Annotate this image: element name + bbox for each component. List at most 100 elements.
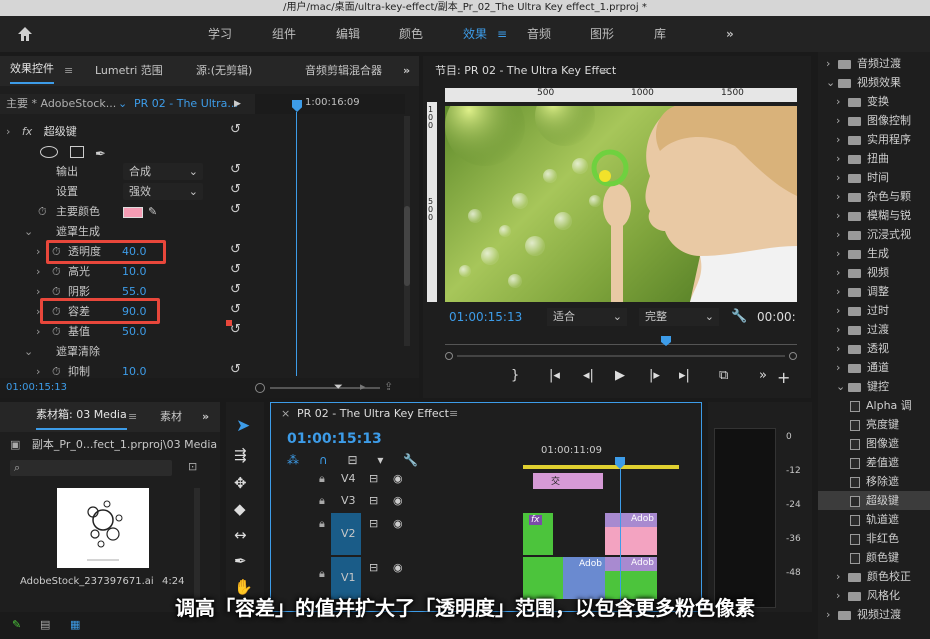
nav-more-icon[interactable]: » [726, 16, 734, 52]
magnet-icon[interactable]: ∩ [319, 453, 328, 467]
effects-tree-item[interactable]: 颜色键 [818, 548, 930, 567]
lock-icon[interactable]: 🔒︎ [319, 503, 325, 545]
zoom-handle-left[interactable] [255, 383, 265, 393]
pen-tool-icon[interactable]: ✒ [234, 552, 247, 570]
asset-thumbnail[interactable] [57, 488, 149, 568]
export-icon[interactable]: ⇪ [384, 380, 393, 393]
nav-audio[interactable]: 音频 [527, 16, 551, 52]
chevron-right-icon[interactable]: › [836, 187, 848, 206]
slip-tool-icon[interactable]: ↔ [234, 526, 247, 544]
filter-icon[interactable]: ⏷ [334, 380, 343, 394]
eye-icon[interactable]: ◉ [393, 503, 403, 545]
effects-tree-item[interactable]: 轨道遮 [818, 510, 930, 529]
sync-lock-icon[interactable]: ⊟ [369, 469, 378, 489]
effects-tree-item[interactable]: › 沉浸式视 [818, 225, 930, 244]
clip-v2-fx[interactable]: fx [523, 513, 553, 555]
effect-header-row[interactable]: › fx 超级键 [6, 122, 246, 142]
effects-tree-item[interactable]: 超级键 [818, 491, 930, 510]
effects-tree-item[interactable]: › 颜色校正 [818, 567, 930, 586]
chevron-right-icon[interactable]: › [836, 301, 848, 320]
panel-more-icon[interactable]: » [403, 56, 410, 86]
program-video-frame[interactable] [445, 106, 797, 302]
effects-tree-item[interactable]: › 视频 [818, 263, 930, 282]
reset-icon[interactable]: ↺ [230, 362, 241, 377]
highlight-value[interactable]: 10.0 [122, 262, 147, 282]
effects-tree-item[interactable]: › 过时 [818, 301, 930, 320]
effects-tree-item[interactable]: › 杂色与颗 [818, 187, 930, 206]
effects-tree-item[interactable]: 差值遮 [818, 453, 930, 472]
linked-selection-icon[interactable]: ⊟ [347, 453, 357, 467]
nav-editing[interactable]: 编辑 [336, 16, 360, 52]
effects-tree-item[interactable]: 非红色 [818, 529, 930, 548]
effects-tree-item[interactable]: ⌄ 键控 [818, 377, 930, 396]
project-search-input[interactable]: ⌕ [10, 460, 172, 476]
chevron-down-icon[interactable]: ⌄ [836, 377, 848, 396]
output-select[interactable]: 合成 ⌄ [123, 163, 203, 180]
play-icon[interactable]: ▶ [615, 368, 625, 383]
timeline-title[interactable]: PR 02 - The Ultra Key Effect [297, 403, 449, 425]
tab-source[interactable]: 源:(无剪辑) [196, 56, 252, 86]
razor-tool-icon[interactable]: ◆ [234, 500, 246, 518]
chevron-right-icon[interactable]: › [836, 263, 848, 282]
program-scrub-bar[interactable] [445, 336, 797, 350]
quality-select[interactable]: 完整 ⌄ [639, 308, 719, 326]
play-audio-icon[interactable]: ▸ [360, 380, 366, 393]
effects-tree-item[interactable]: › 实用程序 [818, 130, 930, 149]
key-color-swatch[interactable] [123, 207, 143, 218]
reset-icon[interactable]: ↺ [230, 242, 241, 257]
clip-v4-transition[interactable]: 交 [533, 473, 603, 489]
ec-timeline-ruler[interactable]: 1:00:16:09 [255, 94, 405, 114]
ellipse-mask-icon[interactable] [40, 146, 58, 158]
home-icon[interactable] [16, 25, 34, 43]
export-frame-icon[interactable]: ⧉ [719, 368, 728, 383]
reset-icon[interactable]: ↺ [230, 202, 241, 217]
chevron-right-icon[interactable]: › [836, 358, 848, 377]
chevron-right-icon[interactable]: › [836, 244, 848, 263]
new-search-bin-icon[interactable]: ⊡ [188, 460, 197, 473]
chevron-right-icon[interactable]: › [826, 54, 838, 73]
chevron-right-icon[interactable]: › [836, 320, 848, 339]
lock-icon[interactable]: 🔒︎ [319, 469, 325, 489]
ripple-edit-tool-icon[interactable]: ✥ [234, 474, 247, 492]
panel-more-icon[interactable]: » [202, 402, 209, 432]
play-only-icon[interactable]: ▶ [234, 94, 241, 114]
eye-icon[interactable]: ◉ [393, 547, 403, 589]
expand-chevron-icon[interactable]: › [36, 322, 40, 342]
nav-menu-icon[interactable]: ≡ [497, 16, 507, 52]
effects-tree-item[interactable]: 图像遮 [818, 434, 930, 453]
reset-icon[interactable]: ↺ [230, 262, 241, 277]
setting-select[interactable]: 强效 ⌄ [123, 183, 203, 200]
chevron-down-icon[interactable]: ⌄ [118, 94, 127, 114]
chevron-right-icon[interactable]: › [836, 567, 848, 586]
add-button-icon[interactable]: + [777, 368, 790, 387]
more-buttons-icon[interactable]: » [759, 368, 767, 383]
master-clip-label[interactable]: 主要 * AdobeStock... [6, 94, 116, 114]
step-forward-icon[interactable]: |▸ [649, 368, 660, 383]
chevron-down-icon[interactable]: ⌄ [24, 342, 33, 362]
reset-icon[interactable]: ↺ [230, 182, 241, 197]
effects-tree-item[interactable]: › 通道 [818, 358, 930, 377]
nav-color[interactable]: 颜色 [399, 16, 423, 52]
expand-chevron-icon[interactable]: › [36, 242, 40, 262]
eyedropper-icon[interactable]: ✎ [148, 202, 157, 222]
sequence-clip-label[interactable]: PR 02 - The Ultra... [134, 94, 238, 114]
chevron-down-icon[interactable]: ⌄ [826, 73, 838, 92]
effects-tree-item[interactable]: › 图像控制 [818, 111, 930, 130]
ec-scrollbar[interactable] [404, 116, 410, 346]
stopwatch-icon[interactable]: ⏱ [38, 202, 47, 222]
nav-learn[interactable]: 学习 [208, 16, 232, 52]
effects-tree-item[interactable]: › 音频过渡 [818, 54, 930, 73]
fit-select[interactable]: 适合 ⌄ [547, 308, 627, 326]
effects-tree-item[interactable]: › 时间 [818, 168, 930, 187]
wrench-icon[interactable]: 🔧 [403, 453, 418, 467]
effects-tree-item[interactable]: › 模糊与锐 [818, 206, 930, 225]
reset-icon[interactable]: ↺ [230, 282, 241, 297]
panel-menu-icon[interactable]: ≡ [449, 403, 458, 425]
chevron-right-icon[interactable]: › [836, 339, 848, 358]
panel-menu-icon[interactable]: ≡ [64, 56, 73, 86]
effects-tree-item[interactable]: › 调整 [818, 282, 930, 301]
tab-media[interactable]: 素材 [160, 402, 182, 432]
reset-icon[interactable]: ↺ [230, 322, 241, 337]
program-zoom-bar[interactable] [445, 352, 797, 360]
effects-tree-item[interactable]: 亮度键 [818, 415, 930, 434]
